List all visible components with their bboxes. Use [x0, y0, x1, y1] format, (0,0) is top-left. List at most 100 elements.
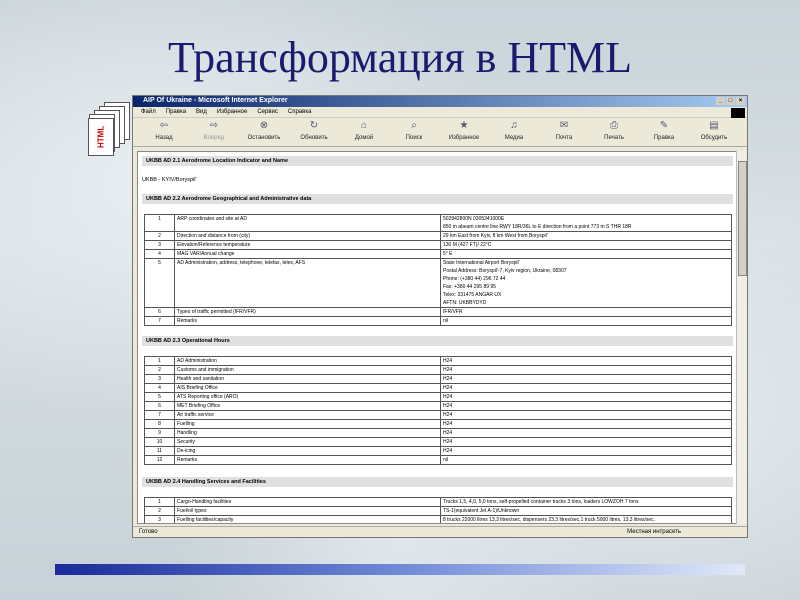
toolbar-button-discuss[interactable]: ▤ Обсудить	[689, 120, 739, 144]
cell-l: MET Briefing Office	[174, 401, 441, 411]
table-row: 7 Air traffic service H24	[144, 410, 732, 420]
table-row: 3 Fuelling facilities/capacity 8 trucks 22…	[144, 515, 732, 523]
table-row: 12 Remarks nil	[144, 455, 732, 465]
search-icon: ⌕	[411, 120, 417, 131]
value-line: H24	[443, 394, 453, 400]
cell-n: 8	[144, 419, 175, 429]
cell-n: 1	[144, 356, 175, 366]
slide-title: Трансформация в HTML	[167, 33, 633, 82]
toolbar-label: Поиск	[405, 135, 423, 141]
table-row: 5 ATS Reporting office (ARO) H24	[144, 392, 732, 402]
value-line: H24	[443, 448, 453, 454]
value-line: 5° E	[443, 251, 453, 257]
value-line: nil	[443, 318, 449, 324]
toolbar-button-search[interactable]: ⌕ Поиск	[389, 120, 439, 144]
toolbar-button-favorites[interactable]: ★ Избранное	[439, 120, 489, 144]
value-line: Trucks 1,5, 4,0, 5,0 tons, self-propelle…	[443, 499, 639, 505]
cell-value: H24	[440, 437, 732, 447]
cell-value: nil	[440, 455, 732, 465]
toolbar-button-stop[interactable]: ⊗ Остановить	[239, 120, 289, 144]
toolbar-label: Почта	[555, 135, 573, 141]
cell-value: H24	[440, 365, 732, 375]
minimize-button[interactable]: _	[716, 97, 725, 105]
toolbar-button-edit[interactable]: ✎ Правка	[639, 120, 689, 144]
cell-l: MAG VAR/Annual change	[174, 249, 441, 259]
toolbar-button-print[interactable]: ⎙ Печать	[589, 120, 639, 144]
toolbar-button-mail[interactable]: ✉ Почта	[539, 120, 589, 144]
table-row: 9 Handling H24	[144, 428, 732, 438]
maximize-button[interactable]: □	[726, 97, 735, 105]
menu-item[interactable]: Сервис	[257, 109, 278, 115]
cell-n: 2	[144, 506, 175, 516]
cell-l: AD Administration	[174, 356, 441, 366]
toolbar-label: Правка	[653, 135, 675, 141]
value-line: TS-1(equivalent Jet A-1)/Unknown	[443, 508, 520, 514]
cell-value: IFR/VFR	[440, 307, 732, 317]
value-line: Phone: (+380 44) 296 72 44	[443, 276, 506, 282]
cell-l: Fuelling facilities/capacity	[174, 515, 441, 523]
toolbar-button-forward-arrow[interactable]: ⇨ Вперед	[189, 120, 239, 144]
value-line: H24	[443, 376, 453, 382]
mail-icon: ✉	[559, 120, 569, 131]
value-line: H24	[443, 412, 453, 418]
cell-n: 4	[144, 249, 175, 259]
cell-l: Health and sanitation	[174, 374, 441, 384]
cell-value: H24	[440, 374, 732, 384]
table-row: 3 Elevation/Reference temperature 130 M (4…	[144, 240, 732, 250]
toolbar-button-refresh[interactable]: ↻ Обновить	[289, 120, 339, 144]
cell-l: ARP coordinates and site at AD	[174, 214, 441, 232]
browser-window: AIP Of Ukraine - Microsoft Internet Expl…	[132, 95, 748, 538]
cell-l: Air traffic service	[174, 410, 441, 420]
cell-n: 9	[144, 428, 175, 438]
zone-text: Местная интрасеть	[627, 529, 681, 535]
cell-l: AIS Briefing Office	[174, 383, 441, 393]
toolbar: ⇦ Назад ⇨ Вперед ⊗ Остановить ↻ Обновить ⌂ Домой ⌕…	[133, 118, 747, 147]
cell-n: 6	[144, 401, 175, 411]
cell-n: 11	[144, 446, 175, 456]
toolbar-label: Остановить	[247, 135, 281, 141]
menu-item[interactable]: Вид	[196, 109, 207, 115]
toolbar-button-back-arrow[interactable]: ⇦ Назад	[139, 120, 189, 144]
table-row: 1 Cargo-Handling facilities Trucks 1,5, 4,…	[144, 497, 732, 507]
value-line: 29 km East from Kyiv, 8 km West from Bor…	[443, 233, 548, 239]
cell-value: 5° E	[440, 249, 732, 259]
cell-l: Fuelling	[174, 419, 441, 429]
cell-value: nil	[440, 316, 732, 326]
table-row: 2 Customs and immigration H24	[144, 365, 732, 375]
section-header: UKBB AD 2.2 Aerodrome Geographical and A…	[142, 194, 733, 204]
menu-item[interactable]: Правка	[166, 109, 186, 115]
operational-hours-table: 1 AD Administration H24 2 Customs and immigr…	[144, 356, 732, 465]
cell-value: State International Airport Boryspil' Pos…	[440, 258, 732, 308]
table-row: 2 Fuel/oil types TS-1(equivalent Jet A-1)/…	[144, 506, 732, 516]
table-row: 4 AIS Briefing Office H24	[144, 383, 732, 393]
vertical-scrollbar[interactable]	[736, 151, 747, 524]
title-bar: AIP Of Ukraine - Microsoft Internet Expl…	[133, 96, 747, 107]
cell-value: H24	[440, 401, 732, 411]
value-line: 8 trucks 22000 litres 13,3 litres/sec, d…	[443, 517, 656, 523]
cell-value: H24	[440, 383, 732, 393]
toolbar-button-media[interactable]: ♫ Медиа	[489, 120, 539, 144]
cell-l: Elevation/Reference temperature	[174, 240, 441, 250]
menu-item[interactable]: Избранное	[217, 109, 247, 115]
cell-l: Security	[174, 437, 441, 447]
toolbar-button-home[interactable]: ⌂ Домой	[339, 120, 389, 144]
cell-l: Handling	[174, 428, 441, 438]
menu-item[interactable]: Файл	[141, 109, 156, 115]
cell-value: 29 km East from Kyiv, 8 km West from Bor…	[440, 231, 732, 241]
value-line: H24	[443, 430, 453, 436]
section-header: UKBB AD 2.4 Handling Services and Facili…	[142, 477, 733, 487]
value-line: H24	[443, 358, 453, 364]
table-row: 6 Types of traffic permitted (IFR/VFR) IFR…	[144, 307, 732, 317]
print-icon: ⎙	[610, 120, 618, 131]
scrollbar-thumb[interactable]	[738, 161, 747, 276]
table-row: 8 Fuelling H24	[144, 419, 732, 429]
html-label: HTML	[88, 118, 114, 156]
cell-value: TS-1(equivalent Jet A-1)/Unknown	[440, 506, 732, 516]
cell-value: Trucks 1,5, 4,0, 5,0 tons, self-propelle…	[440, 497, 732, 507]
cell-n: 12	[144, 455, 175, 465]
toolbar-label: Печать	[604, 135, 624, 141]
menu-item[interactable]: Справка	[288, 109, 312, 115]
value-line: State International Airport Boryspil'	[443, 260, 520, 266]
cell-n: 6	[144, 307, 175, 317]
close-button[interactable]: ×	[736, 97, 745, 105]
